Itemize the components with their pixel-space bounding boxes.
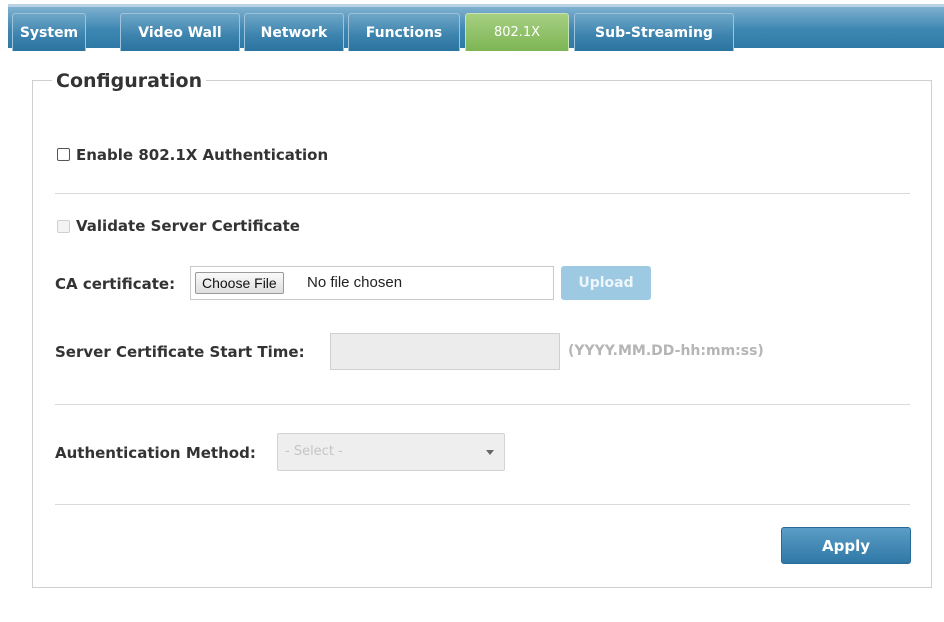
configuration-legend: Configuration bbox=[52, 70, 207, 92]
apply-button[interactable]: Apply bbox=[781, 527, 911, 564]
divider bbox=[55, 193, 910, 194]
upload-button[interactable]: Upload bbox=[561, 266, 651, 300]
tab-functions[interactable]: Functions bbox=[348, 13, 460, 51]
validate-certificate-label: Validate Server Certificate bbox=[76, 217, 300, 235]
auth-method-label: Authentication Method: bbox=[55, 444, 256, 462]
tab-system[interactable]: System bbox=[12, 13, 86, 51]
auth-method-select[interactable]: - Select - bbox=[277, 433, 505, 471]
tab-802-1x[interactable]: 802.1X bbox=[465, 13, 569, 51]
ca-certificate-file-input[interactable]: Choose File No file chosen bbox=[190, 266, 554, 300]
start-time-input[interactable] bbox=[330, 333, 560, 370]
validate-certificate-checkbox[interactable] bbox=[57, 220, 70, 233]
file-status-text: No file chosen bbox=[307, 274, 403, 291]
tab-video-wall[interactable]: Video Wall bbox=[120, 13, 240, 51]
tab-network[interactable]: Network bbox=[244, 13, 344, 51]
auth-method-selected-value: - Select - bbox=[285, 444, 343, 459]
start-time-format-hint: (YYYY.MM.DD-hh:mm:ss) bbox=[568, 343, 764, 359]
divider bbox=[55, 504, 910, 505]
tab-sub-streaming[interactable]: Sub-Streaming bbox=[574, 13, 734, 51]
ca-certificate-label: CA certificate: bbox=[55, 275, 176, 293]
chevron-down-icon bbox=[486, 450, 494, 455]
choose-file-button[interactable]: Choose File bbox=[195, 272, 284, 294]
enable-8021x-label[interactable]: Enable 802.1X Authentication bbox=[76, 146, 328, 164]
divider bbox=[55, 404, 910, 405]
start-time-label: Server Certificate Start Time: bbox=[55, 343, 305, 361]
tab-bar: System Video Wall Network Functions 802.… bbox=[8, 4, 944, 51]
enable-8021x-checkbox[interactable] bbox=[57, 148, 70, 161]
